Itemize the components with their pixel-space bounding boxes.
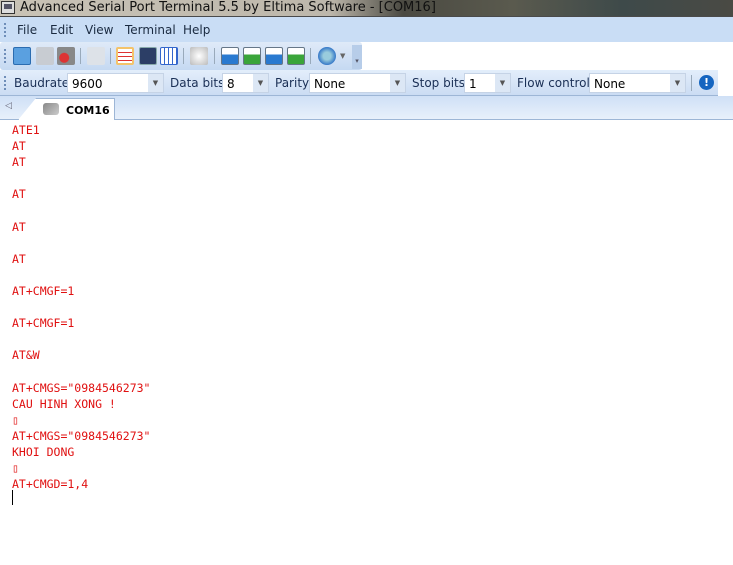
window-title: Advanced Serial Port Terminal 5.5 by Elt… [20, 0, 436, 15]
copy-icon[interactable] [87, 47, 105, 65]
flow-control-select[interactable]: None ▼ [589, 73, 686, 93]
chevron-down-icon[interactable]: ▼ [340, 52, 345, 60]
flow-control-label: Flow control [517, 76, 590, 90]
databits-value: 8 [227, 77, 235, 91]
scroll-left-icon[interactable]: ◁ [5, 101, 12, 111]
grip-icon[interactable] [4, 76, 6, 90]
terminal-line: AT [12, 155, 26, 170]
info-icon[interactable]: ! [699, 75, 714, 90]
terminal-line: ▯ [12, 412, 19, 427]
send-file-icon[interactable] [221, 47, 239, 65]
disconnect-icon[interactable] [57, 47, 75, 65]
serial-port-icon [43, 103, 59, 115]
terminal-line: AT+CMGF=1 [12, 316, 75, 331]
text-cursor [12, 490, 13, 505]
chevron-down-icon[interactable]: ▼ [390, 74, 405, 92]
menu-terminal[interactable]: Terminal [125, 23, 176, 37]
toolbar-separator [214, 48, 215, 64]
terminal-line: AT [12, 139, 26, 154]
hex-view-icon[interactable] [160, 47, 178, 65]
send-binary-icon[interactable] [265, 47, 283, 65]
terminal-line: KHOI DONG [12, 445, 75, 459]
terminal-line: AT+CMGS="0984546273" [12, 380, 151, 395]
baudrate-value: 9600 [72, 77, 103, 91]
help-icon[interactable] [318, 47, 336, 65]
terminal-output[interactable]: ATE1 AT AT AT AT AT AT+CMGF=1 AT+CMGF=1 AT&W AT+C… [0, 120, 733, 565]
toolbar-separator [80, 48, 81, 64]
text-view-icon[interactable] [116, 47, 134, 65]
chevron-down-icon[interactable]: ▼ [495, 74, 510, 92]
toolbar-separator [183, 48, 184, 64]
connect-icon[interactable] [36, 47, 54, 65]
terminal-line: AT+CMGF=1 [12, 284, 75, 298]
chevron-down-icon[interactable]: ▼ [148, 74, 163, 92]
menu-bar: File Edit View Terminal Help [0, 17, 733, 42]
receive-binary-icon[interactable] [287, 47, 305, 65]
toolbar-separator [110, 48, 111, 64]
databits-select[interactable]: 8 ▼ [222, 73, 269, 93]
toolbar-separator [691, 75, 692, 91]
terminal-line: AT [12, 251, 26, 266]
parity-label: Parity [275, 76, 310, 90]
terminal-line: AT&W [12, 348, 40, 363]
terminal-line: ATE1 [12, 123, 40, 137]
chevron-down-icon[interactable]: ▼ [670, 74, 685, 92]
menu-view[interactable]: View [85, 23, 113, 37]
app-icon[interactable] [1, 1, 15, 14]
clear-icon[interactable] [190, 47, 208, 65]
parity-select[interactable]: None ▼ [309, 73, 406, 93]
terminal-line: AT [12, 219, 26, 234]
baudrate-select[interactable]: 9600 ▼ [67, 73, 164, 93]
terminal-line: AT+CMGD=1,4 [12, 477, 89, 492]
toolbar-overflow-icon[interactable]: ▾ [352, 45, 362, 69]
flow-control-value: None [594, 77, 626, 91]
terminal-line: AT+CMGS="0984546273" [12, 428, 151, 443]
databits-label: Data bits [170, 76, 225, 90]
tab-label: COM16 [66, 104, 110, 117]
title-bar: Advanced Serial Port Terminal 5.5 by Elt… [0, 0, 733, 17]
stopbits-label: Stop bits [412, 76, 466, 90]
terminal-line: CAU HINH XONG ! [12, 396, 116, 411]
main-toolbar: ▼ ▾ [0, 42, 362, 70]
stopbits-value: 1 [469, 77, 477, 91]
chevron-down-icon[interactable]: ▼ [253, 74, 268, 92]
new-session-icon[interactable] [13, 47, 31, 65]
terminal-line: ▯ [12, 461, 19, 476]
grip-icon[interactable] [4, 49, 6, 63]
parity-value: None [314, 77, 346, 91]
stopbits-select[interactable]: 1 ▼ [464, 73, 511, 93]
tab-com16[interactable]: COM16 [18, 98, 115, 120]
menu-help[interactable]: Help [183, 23, 210, 37]
grip-icon[interactable] [4, 23, 6, 37]
toolbar-separator [310, 48, 311, 64]
menu-edit[interactable]: Edit [50, 23, 73, 37]
port-settings-bar: Baudrate 9600 ▼ Data bits 8 ▼ Parity None ▼… [0, 70, 718, 96]
baudrate-label: Baudrate [14, 76, 70, 90]
tab-strip: ◁ COM16 [0, 96, 733, 120]
vt100-view-icon[interactable] [139, 47, 157, 65]
receive-file-icon[interactable] [243, 47, 261, 65]
menu-file[interactable]: File [17, 23, 37, 37]
terminal-line: AT [12, 187, 26, 202]
